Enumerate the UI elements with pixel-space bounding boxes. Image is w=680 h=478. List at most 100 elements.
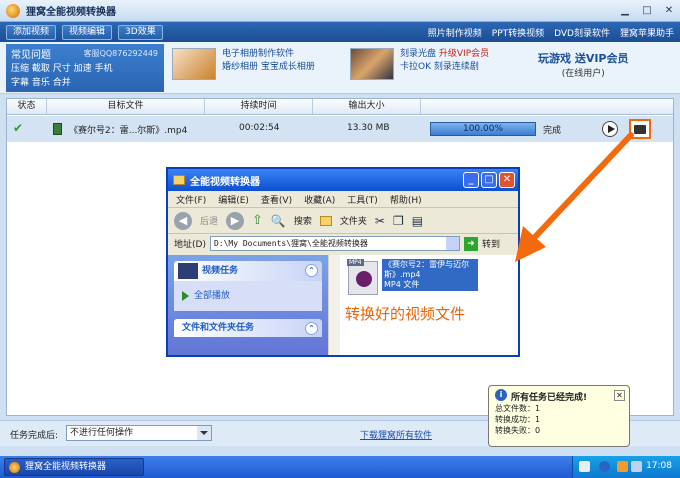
promo-area: 常见问题 客服QQ876292449 压缩 截取 尺寸 加速 手机 字幕 音乐 … [0, 42, 680, 94]
film-icon [53, 123, 62, 135]
promo-album-line2[interactable]: 婚纱相册 宝宝成长相册 [222, 61, 315, 74]
col-size[interactable]: 输出大小 [313, 99, 421, 114]
collapse-icon[interactable]: ⌃ [305, 264, 318, 277]
explorer-scrollbar[interactable] [328, 255, 340, 355]
progress-bar: 100.00% [430, 122, 536, 136]
explorer-minimize-icon[interactable]: _ [463, 172, 479, 188]
play-all-icon [182, 290, 189, 301]
main-toolbar: 添加视频 视频编辑 3D效果 照片制作视频 PPT转换视频 DVD刻录软件 狸窝… [0, 22, 680, 42]
go-icon[interactable]: ➜ [463, 236, 478, 251]
balloon-total: 总文件数：1 [495, 404, 541, 413]
explorer-menu: 文件(F) 编辑(E) 查看(V) 收藏(A) 工具(T) 帮助(H) [168, 191, 518, 208]
file-area: MP4 《赛尔号2：雷伊与迈尔斯》.mp4 MP4 文件 转换好的视频文件 [340, 255, 518, 355]
video-file-icon[interactable]: MP4 [347, 259, 378, 295]
menu-favorites[interactable]: 收藏(A) [304, 193, 335, 206]
open-folder-button[interactable] [629, 119, 651, 139]
folder-icon [173, 175, 185, 185]
taskbar: 狸窝全能视频转换器 17:08 [0, 456, 680, 478]
collapse-icon[interactable]: ⌃ [305, 322, 318, 335]
link-apple-helper[interactable]: 狸窝苹果助手 [620, 26, 674, 39]
promo-album-line1[interactable]: 电子相册制作软件 [222, 48, 315, 61]
link-ppt-video[interactable]: PPT转换视频 [492, 26, 544, 39]
copy-icon[interactable]: ❐ [393, 214, 404, 228]
link-dvd-burn[interactable]: DVD刻录软件 [554, 26, 610, 39]
address-dropdown-icon[interactable] [445, 237, 459, 250]
download-all-link[interactable]: 下载狸窝所有软件 [360, 428, 432, 441]
table-row[interactable]: ✔ 《赛尔号2：雷...尔斯》.mp4 00:02:54 13.30 MB 10… [7, 116, 673, 142]
menu-file[interactable]: 文件(F) [176, 193, 206, 206]
after-task-label: 任务完成后: [10, 431, 59, 441]
faq-links-2[interactable]: 字幕 音乐 合并 [11, 77, 159, 89]
minimize-icon[interactable]: ▁ [618, 4, 632, 17]
video-file-label[interactable]: 《赛尔号2：雷伊与迈尔斯》.mp4 MP4 文件 [382, 259, 478, 291]
link-photo-video[interactable]: 照片制作视频 [428, 26, 482, 39]
keyboard-icon[interactable] [579, 461, 590, 472]
promo-game[interactable]: 玩游戏 送VIP会员 (在线用户) [538, 50, 629, 79]
balloon-title: i 所有任务已经完成! [495, 389, 623, 403]
app-taskbar-icon [9, 462, 20, 473]
promo-game-sub: (在线用户) [561, 69, 605, 79]
table-header: 状态 目标文件 持续时间 输出大小 [7, 99, 673, 115]
close-icon[interactable]: ✕ [662, 4, 676, 17]
address-label: 地址(D) [174, 240, 206, 250]
promo-album[interactable]: 电子相册制作软件 婚纱相册 宝宝成长相册 [172, 48, 315, 80]
converter-tray-icon[interactable] [617, 461, 628, 472]
folder-icon [634, 124, 646, 134]
balloon-close-icon[interactable]: ✕ [614, 390, 625, 401]
menu-help[interactable]: 帮助(H) [390, 193, 422, 206]
check-icon: ✔ [13, 121, 24, 135]
media-play-icon [356, 271, 372, 287]
window-controls: ▁ □ ✕ [618, 4, 676, 17]
play-all-task[interactable]: 全部播放 [174, 281, 322, 311]
col-status[interactable]: 状态 [7, 99, 47, 114]
back-icon[interactable]: ◀ [174, 211, 192, 230]
faq-links-1[interactable]: 压缩 截取 尺寸 加速 手机 [11, 63, 159, 75]
promo-burn-line1[interactable]: 刻录光盘 [400, 49, 436, 59]
paste-icon[interactable]: ▤ [412, 214, 423, 228]
promo-burn-line2[interactable]: 卡拉OK 刻录连续剧 [400, 61, 489, 74]
chevron-down-icon[interactable] [197, 426, 211, 440]
address-bar: 地址(D) D:\My Documents\狸窝\全能视频转换器 ➜ 转到 [168, 234, 518, 253]
network-icon[interactable] [631, 461, 642, 472]
add-video-button[interactable]: 添加视频 [6, 24, 57, 40]
promo-game-title[interactable]: 玩游戏 送VIP会员 [538, 50, 629, 66]
title-bar: 狸窝全能视频转换器 ▁ □ ✕ [0, 0, 680, 22]
folders-button[interactable]: 文件夹 [340, 214, 367, 227]
col-duration[interactable]: 持续时间 [205, 99, 313, 114]
file-type: MP4 文件 [384, 280, 420, 289]
col-target[interactable]: 目标文件 [47, 99, 205, 114]
menu-tools[interactable]: 工具(T) [347, 193, 378, 206]
promo-vip[interactable]: 升级VIP会员 [439, 49, 489, 59]
video-edit-button[interactable]: 视频编辑 [62, 24, 113, 40]
address-field[interactable]: D:\My Documents\狸窝\全能视频转换器 [209, 236, 460, 251]
row-size: 13.30 MB [347, 123, 390, 133]
menu-edit[interactable]: 编辑(E) [218, 193, 249, 206]
faq-qq: 客服QQ876292449 [83, 49, 158, 58]
explorer-close-icon[interactable]: ✕ [499, 172, 515, 188]
file-tasks-title: 文件和文件夹任务 [182, 323, 255, 333]
video-tasks-header[interactable]: 视频任务 ⌃ [174, 261, 322, 281]
menu-view[interactable]: 查看(V) [261, 193, 292, 206]
taskbar-app-button[interactable]: 狸窝全能视频转换器 [4, 458, 144, 476]
explorer-maximize-icon[interactable]: □ [481, 172, 497, 188]
system-tray: 17:08 [572, 456, 680, 478]
search-button[interactable]: 搜索 [294, 214, 312, 227]
row-status: 完成 [543, 126, 562, 136]
maximize-icon[interactable]: □ [640, 4, 654, 17]
after-task-select[interactable]: 不进行任何操作 [66, 425, 212, 441]
go-button[interactable]: 转到 [482, 237, 500, 250]
burn-thumbnail [350, 48, 394, 80]
faq-panel: 常见问题 客服QQ876292449 压缩 截取 尺寸 加速 手机 字幕 音乐 … [6, 44, 164, 92]
after-task-value: 不进行任何操作 [70, 428, 134, 438]
file-tasks-header[interactable]: 文件和文件夹任务 ⌃ [174, 319, 322, 337]
tray-expand-icon[interactable] [599, 461, 610, 472]
taskbar-app-label: 狸窝全能视频转换器 [25, 462, 107, 472]
promo-burn[interactable]: 刻录光盘 升级VIP会员 卡拉OK 刻录连续剧 [350, 48, 489, 80]
back-label[interactable]: 后退 [200, 214, 218, 227]
cut-icon[interactable]: ✂ [375, 214, 385, 228]
up-icon[interactable]: ⇧ [252, 213, 263, 228]
3d-effect-button[interactable]: 3D效果 [118, 24, 163, 40]
address-value: D:\My Documents\狸窝\全能视频转换器 [213, 239, 368, 248]
forward-icon[interactable]: ▶ [226, 211, 245, 230]
play-icon[interactable] [602, 121, 618, 137]
